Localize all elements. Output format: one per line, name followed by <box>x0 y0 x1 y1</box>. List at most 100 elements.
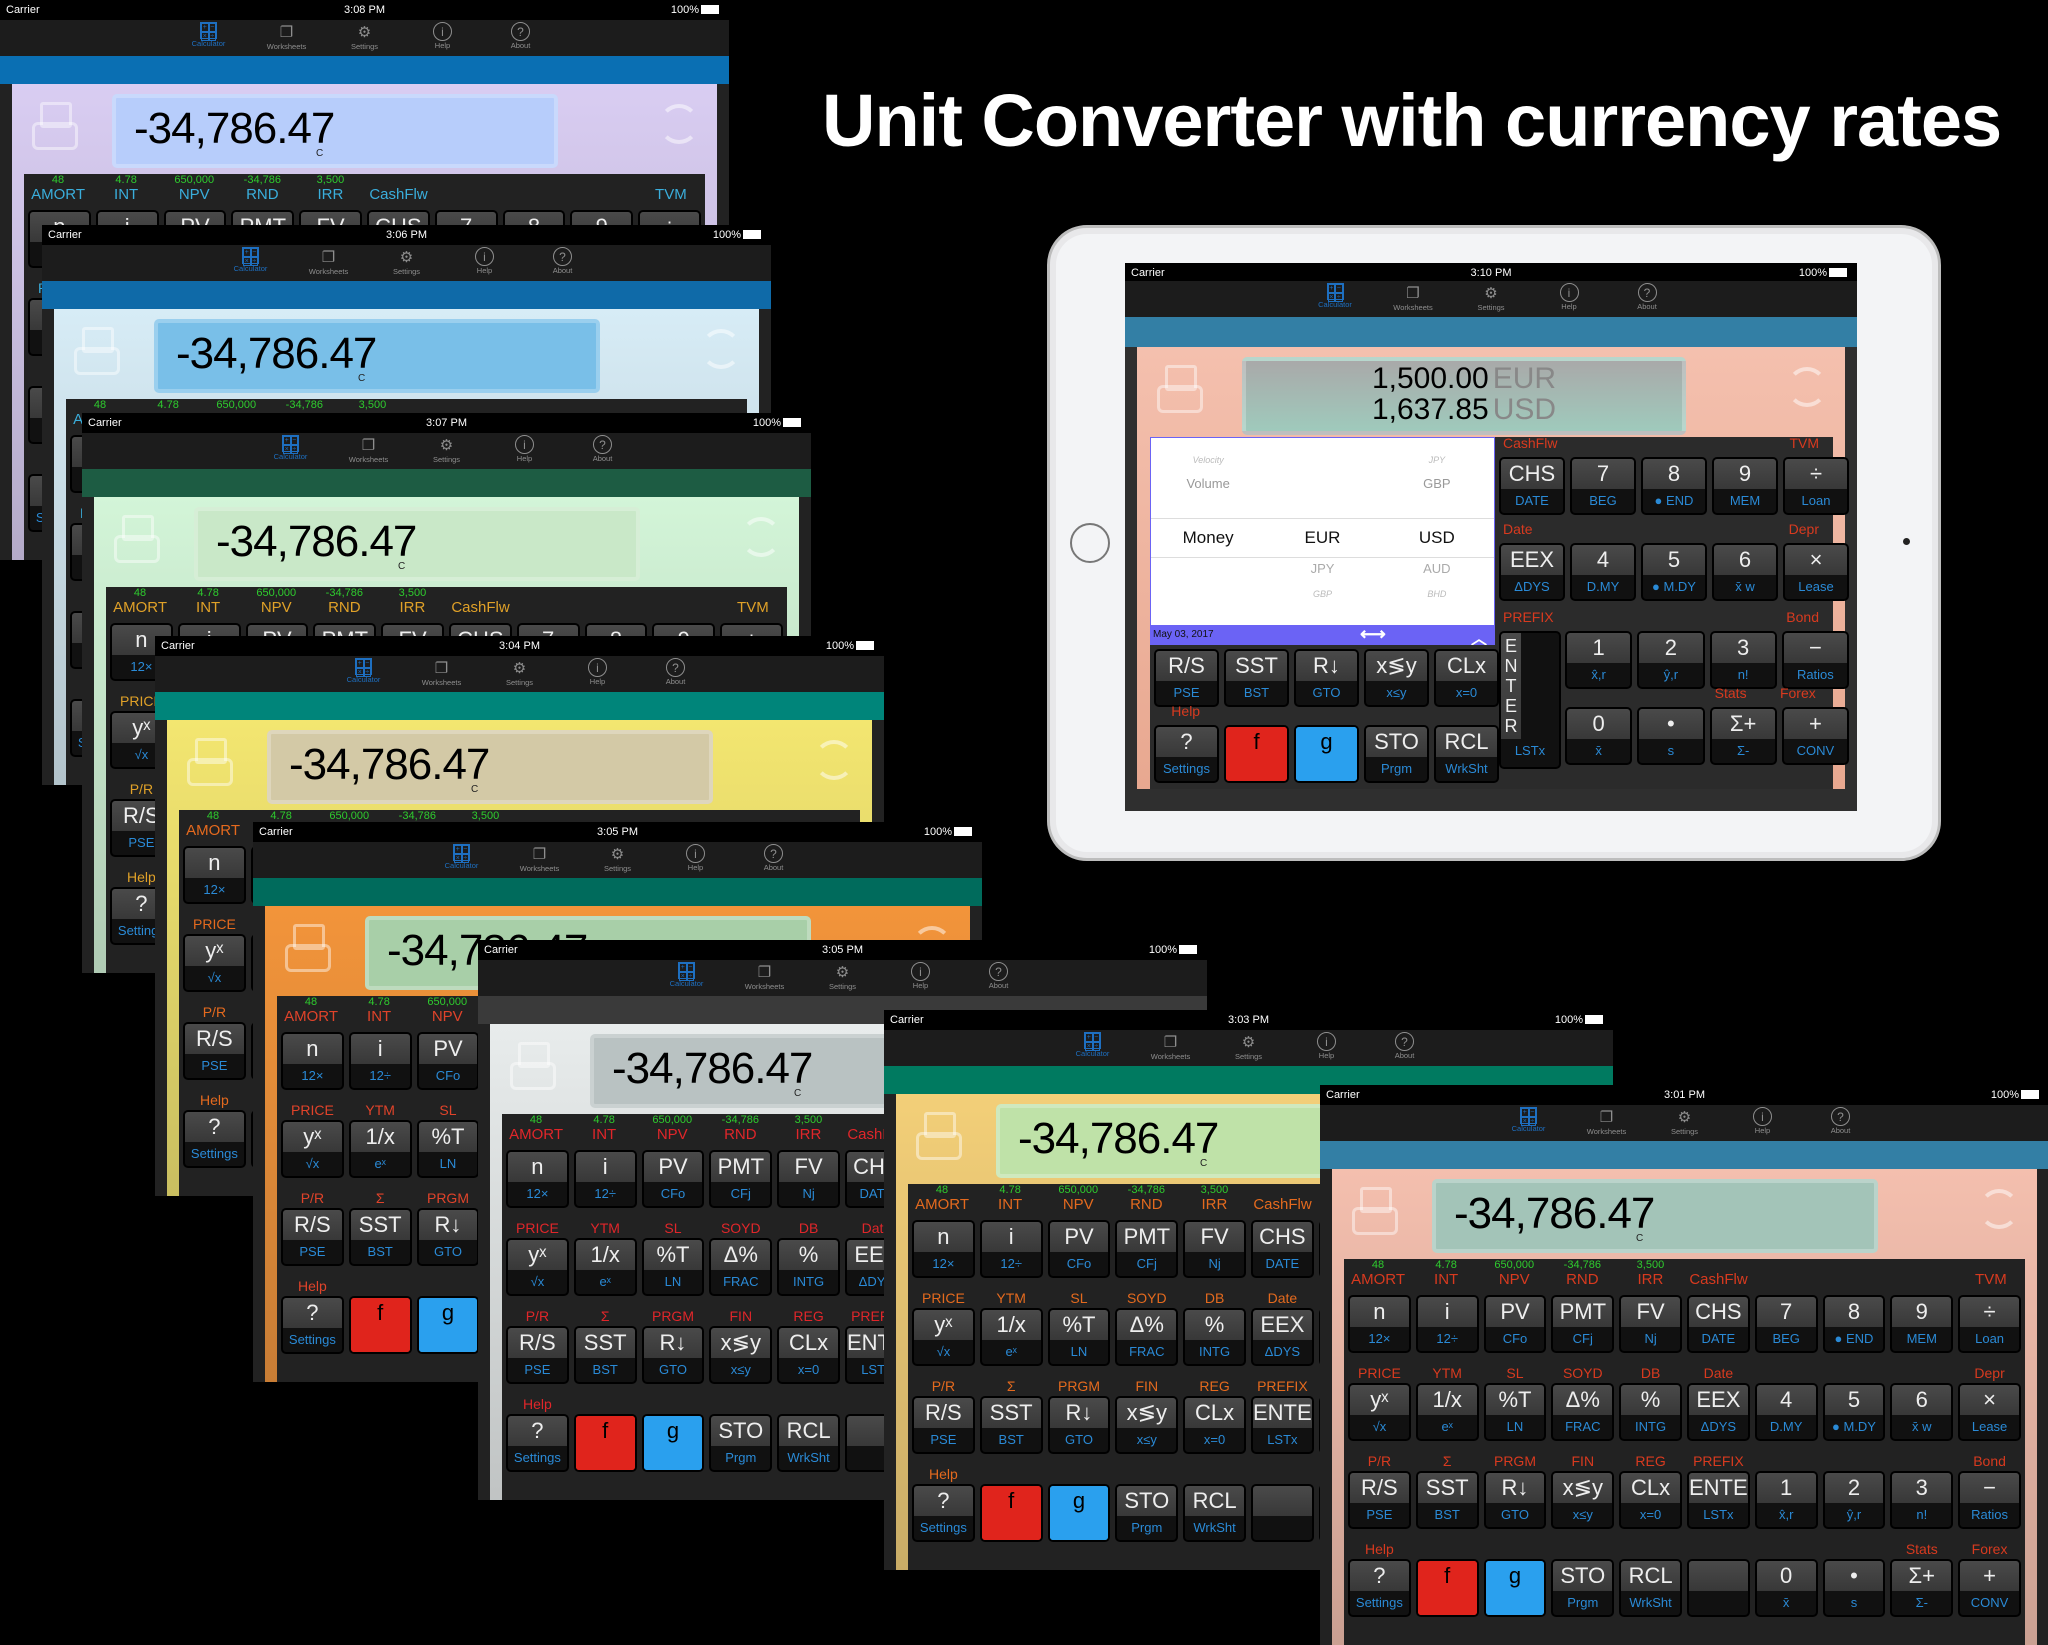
key-3[interactable]: 3 n! <box>1890 1471 1954 1529</box>
unit-picker[interactable]: Velocity JPY Volume GBP Money EUR USD JPY AUD GBP… <box>1150 437 1495 629</box>
key-0[interactable]: 0 x̄ <box>1565 707 1633 765</box>
key-5[interactable]: 5 ● M.DY <box>1641 543 1707 601</box>
key-[interactable]: •s <box>1822 1559 1886 1617</box>
tab-settings[interactable]: ⚙ Settings <box>1223 1030 1275 1066</box>
printer-icon[interactable] <box>1157 365 1203 415</box>
key-sst[interactable]: SST BST <box>573 1326 637 1384</box>
key-chs[interactable]: CHSDATE <box>1250 1220 1314 1278</box>
refresh-icon[interactable] <box>659 104 699 144</box>
tab-calculator[interactable]: + − × ÷ Calculator <box>1503 1105 1555 1141</box>
key-i[interactable]: i 12÷ <box>979 1220 1043 1278</box>
tab-calculator[interactable]: + − × ÷ Calculator <box>436 842 488 878</box>
key-pv[interactable]: PV CFo <box>641 1150 705 1208</box>
key-y[interactable]: yˣ √x <box>912 1308 975 1366</box>
key-sto[interactable]: STO Prgm <box>1551 1559 1615 1617</box>
key-pv[interactable]: PV CFo <box>1047 1220 1111 1278</box>
key-sst[interactable]: SST BST <box>979 1396 1043 1454</box>
picker-row[interactable]: GBP BHD <box>1151 584 1494 604</box>
tab-about[interactable]: ? About <box>537 245 589 281</box>
key-6[interactable]: 6 x̄ w <box>1712 543 1778 601</box>
key-blank[interactable] <box>1250 1484 1314 1542</box>
key-y[interactable]: yˣ √x <box>183 934 246 992</box>
tab-calculator[interactable]: + − × ÷ Calculator <box>225 245 277 281</box>
key-1x[interactable]: 1/x eˣ <box>573 1238 637 1296</box>
key-4[interactable]: 4 D.MY <box>1754 1383 1818 1441</box>
key-chs[interactable]: CHSDATE <box>1499 457 1565 515</box>
key-i[interactable]: i 12÷ <box>1415 1295 1479 1353</box>
category-option[interactable]: Velocity <box>1151 450 1265 470</box>
key-[interactable]: ? Settings <box>183 1110 246 1168</box>
key-enter[interactable]: ENTER LSTx <box>1686 1471 1750 1529</box>
tab-about[interactable]: ? About <box>577 433 629 469</box>
key-n[interactable]: n 12× <box>183 846 246 904</box>
tab-worksheets[interactable]: ❐ Worksheets <box>739 960 791 996</box>
tab-about[interactable]: ? About <box>650 656 702 692</box>
key-sst[interactable]: SST BST <box>348 1208 412 1266</box>
key-i[interactable]: i 12÷ <box>573 1150 637 1208</box>
home-button[interactable] <box>1070 523 1110 563</box>
key-[interactable]: Σ+ Σ- <box>1709 707 1777 765</box>
tab-help[interactable]: i Help <box>1543 281 1595 317</box>
tab-help[interactable]: i Help <box>417 20 469 56</box>
refresh-icon[interactable] <box>1979 1189 2019 1229</box>
to-unit-option[interactable]: AUD <box>1380 559 1494 579</box>
to-unit-option[interactable]: BHD <box>1380 584 1494 604</box>
key-g[interactable]: g <box>416 1296 480 1354</box>
key-[interactable]: ? Settings <box>1348 1559 1411 1617</box>
refresh-icon[interactable] <box>1787 367 1827 407</box>
key-1[interactable]: 1 x̂,r <box>1754 1471 1818 1529</box>
key-9[interactable]: 9 MEM <box>1890 1295 1954 1353</box>
tab-worksheets[interactable]: ❐ Worksheets <box>261 20 313 56</box>
printer-icon[interactable] <box>114 515 160 565</box>
key-n[interactable]: n 12× <box>1348 1295 1411 1353</box>
key-pmt[interactable]: PMT CFj <box>1551 1295 1615 1353</box>
refresh-icon[interactable] <box>814 740 854 780</box>
tab-about[interactable]: ? About <box>748 842 800 878</box>
key-[interactable]: ? Settings <box>1154 725 1219 783</box>
key-rcl[interactable]: RCL WrkSht <box>1434 725 1499 783</box>
tab-about[interactable]: ? About <box>973 960 1025 996</box>
key-[interactable]: ? Settings <box>506 1414 569 1472</box>
key-f[interactable]: f <box>348 1296 412 1354</box>
key-[interactable]: × Lease <box>1958 1383 2021 1441</box>
key-[interactable]: − Ratios <box>1958 1471 2021 1529</box>
key-[interactable]: % INTG <box>777 1238 840 1296</box>
tab-settings[interactable]: ⚙ Settings <box>817 960 869 996</box>
key-t[interactable]: %T LN <box>416 1120 480 1178</box>
from-unit-option[interactable] <box>1265 474 1379 494</box>
key-[interactable]: ÷Loan <box>1783 457 1849 515</box>
to-unit-option[interactable]: GBP <box>1380 474 1494 494</box>
tab-worksheets[interactable]: ❐ Worksheets <box>1581 1105 1633 1141</box>
tab-settings[interactable]: ⚙ Settings <box>339 20 391 56</box>
tab-help[interactable]: i Help <box>1737 1105 1789 1141</box>
key-t[interactable]: %T LN <box>1047 1308 1111 1366</box>
key-chs[interactable]: CHSDATE <box>1686 1295 1750 1353</box>
key-rs[interactable]: R/S PSE <box>281 1208 344 1266</box>
tab-calculator[interactable]: + − × ÷ Calculator <box>265 433 317 469</box>
key-[interactable]: Δ% FRAC <box>709 1238 773 1296</box>
tab-help[interactable]: i Help <box>499 433 551 469</box>
key-sto[interactable]: STO Prgm <box>1364 725 1429 783</box>
key-1x[interactable]: 1/x eˣ <box>979 1308 1043 1366</box>
key-[interactable]: × Lease <box>1783 543 1849 601</box>
key-[interactable]: Δ% FRAC <box>1551 1383 1615 1441</box>
tab-calculator[interactable]: + − × ÷ Calculator <box>183 20 235 56</box>
key-blank[interactable] <box>1686 1559 1750 1617</box>
tab-settings[interactable]: ⚙ Settings <box>381 245 433 281</box>
key-7[interactable]: 7BEG <box>1570 457 1636 515</box>
refresh-icon[interactable] <box>701 329 741 369</box>
tab-help[interactable]: i Help <box>895 960 947 996</box>
key-rcl[interactable]: RCL WrkSht <box>1619 1559 1682 1617</box>
category-option[interactable] <box>1151 584 1265 604</box>
tab-settings[interactable]: ⚙ Settings <box>592 842 644 878</box>
key-clx[interactable]: CLx x=0 <box>1183 1396 1246 1454</box>
printer-icon[interactable] <box>1352 1187 1398 1237</box>
tab-calculator[interactable]: + − × ÷ Calculator <box>1067 1030 1119 1066</box>
key-pv[interactable]: PV CFo <box>416 1032 480 1090</box>
key-y[interactable]: yˣ √x <box>506 1238 569 1296</box>
key-g[interactable]: g <box>1047 1484 1111 1542</box>
key-5[interactable]: 5 ● M.DY <box>1822 1383 1886 1441</box>
key-n[interactable]: n 12× <box>912 1220 975 1278</box>
key-[interactable]: ÷Loan <box>1958 1295 2021 1353</box>
key-6[interactable]: 6 x̄ w <box>1890 1383 1954 1441</box>
